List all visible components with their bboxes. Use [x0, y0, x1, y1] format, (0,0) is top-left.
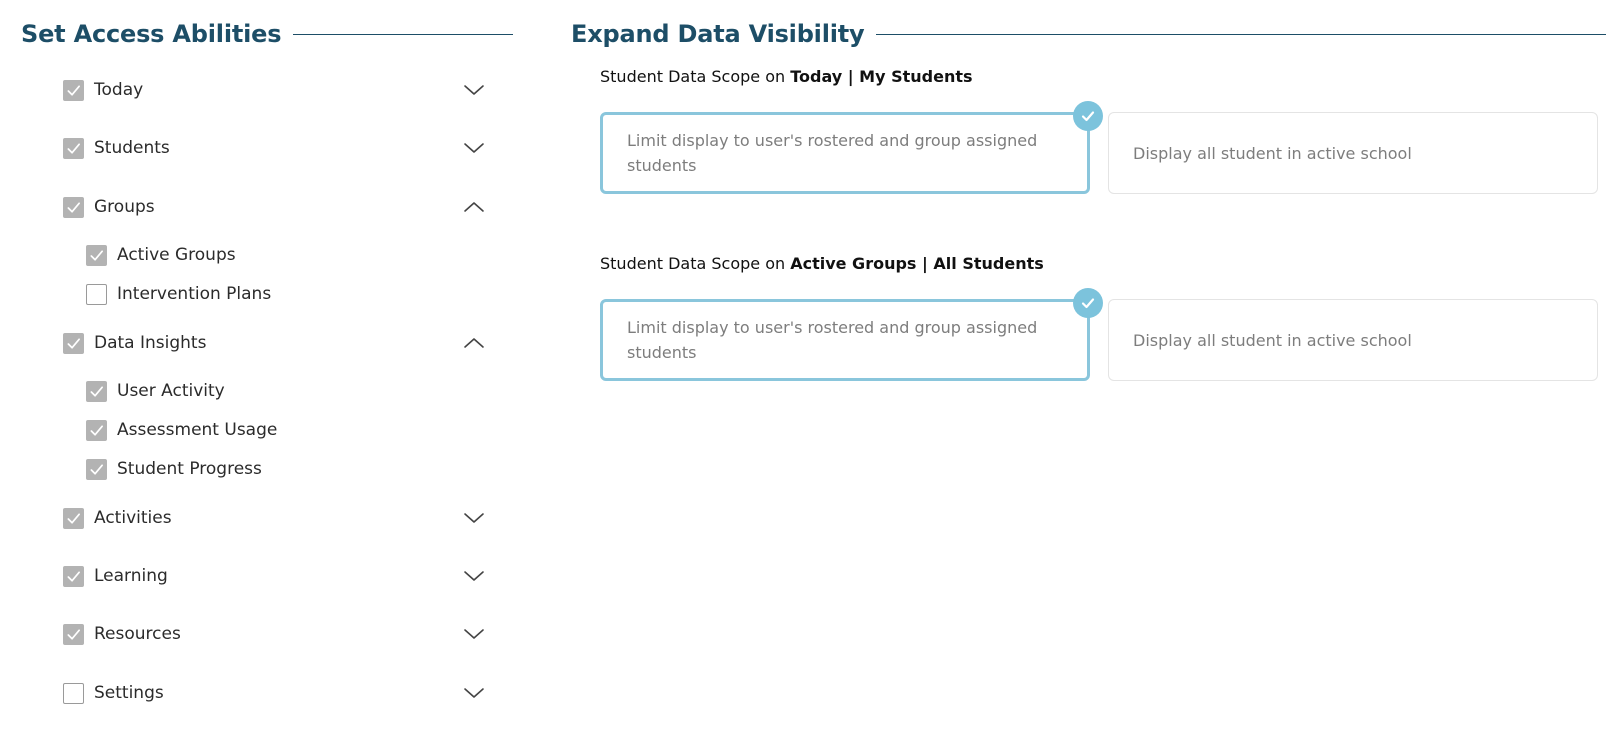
chevron-down-icon[interactable]	[463, 569, 485, 583]
permission-label: Intervention Plans	[117, 284, 272, 304]
selected-check-icon	[1073, 101, 1103, 131]
checkbox-checked[interactable]	[63, 565, 84, 587]
visibility-section-header: Expand Data Visibility	[571, 20, 1606, 48]
permission-label: Settings	[94, 683, 164, 703]
checkbox-unchecked[interactable]	[86, 283, 107, 305]
chevron-up-icon[interactable]	[463, 200, 485, 214]
permission-item-today[interactable]: Today	[63, 77, 485, 103]
permission-item-assessment-usage[interactable]: Assessment Usage	[86, 417, 386, 443]
permission-item-resources[interactable]: Resources	[63, 621, 485, 647]
checkbox-checked[interactable]	[86, 244, 107, 266]
permission-item-student-progress[interactable]: Student Progress	[86, 456, 386, 482]
scope-option-limited[interactable]: Limit display to user's rostered and gro…	[600, 101, 1103, 194]
scope-label-today: Student Data Scope on Today | My Student…	[600, 67, 973, 86]
permission-label: User Activity	[117, 381, 225, 401]
chevron-down-icon[interactable]	[463, 83, 485, 97]
access-section-title: Set Access Abilities	[21, 20, 282, 48]
permission-item-activities[interactable]: Activities	[63, 505, 485, 531]
selected-check-icon	[1073, 288, 1103, 318]
permission-label: Activities	[94, 508, 172, 528]
permission-item-intervention-plans[interactable]: Intervention Plans	[86, 281, 386, 307]
scope-label-active-groups: Student Data Scope on Active Groups | Al…	[600, 254, 1044, 273]
chevron-down-icon[interactable]	[463, 511, 485, 525]
scope-option-all[interactable]: Display all student in active school	[1108, 299, 1598, 381]
scope-option-limited[interactable]: Limit display to user's rostered and gro…	[600, 288, 1103, 381]
chevron-down-icon[interactable]	[463, 141, 485, 155]
checkbox-unchecked[interactable]	[63, 682, 84, 704]
chevron-up-icon[interactable]	[463, 336, 485, 350]
chevron-down-icon[interactable]	[463, 686, 485, 700]
permission-label: Students	[94, 138, 170, 158]
chevron-down-icon[interactable]	[463, 627, 485, 641]
permission-item-data-insights[interactable]: Data Insights	[63, 330, 485, 356]
permission-item-groups[interactable]: Groups	[63, 194, 485, 220]
scope-option-all[interactable]: Display all student in active school	[1108, 112, 1598, 194]
checkbox-checked[interactable]	[86, 380, 107, 402]
checkbox-checked[interactable]	[86, 419, 107, 441]
checkbox-checked[interactable]	[63, 332, 84, 354]
access-section-header: Set Access Abilities	[21, 20, 513, 48]
checkbox-checked[interactable]	[63, 507, 84, 529]
visibility-section-title: Expand Data Visibility	[571, 20, 865, 48]
permission-item-students[interactable]: Students	[63, 135, 485, 161]
permission-item-settings[interactable]: Settings	[63, 680, 485, 706]
checkbox-checked[interactable]	[86, 458, 107, 480]
checkbox-checked[interactable]	[63, 196, 84, 218]
scope-target: Active Groups | All Students	[790, 254, 1044, 273]
permission-label: Groups	[94, 197, 155, 217]
permission-label: Assessment Usage	[117, 420, 278, 440]
permission-label: Student Progress	[117, 459, 262, 479]
checkbox-checked[interactable]	[63, 623, 84, 645]
permission-label: Resources	[94, 624, 181, 644]
checkbox-checked[interactable]	[63, 137, 84, 159]
checkbox-checked[interactable]	[63, 79, 84, 101]
scope-target: Today | My Students	[790, 67, 973, 86]
permission-label: Active Groups	[117, 245, 236, 265]
permission-item-active-groups[interactable]: Active Groups	[86, 242, 386, 268]
permission-item-learning[interactable]: Learning	[63, 563, 485, 589]
permission-label: Learning	[94, 566, 168, 586]
divider	[876, 33, 1606, 35]
permission-label: Today	[94, 80, 144, 100]
permission-label: Data Insights	[94, 333, 207, 353]
permission-item-user-activity[interactable]: User Activity	[86, 378, 386, 404]
divider	[293, 33, 513, 35]
